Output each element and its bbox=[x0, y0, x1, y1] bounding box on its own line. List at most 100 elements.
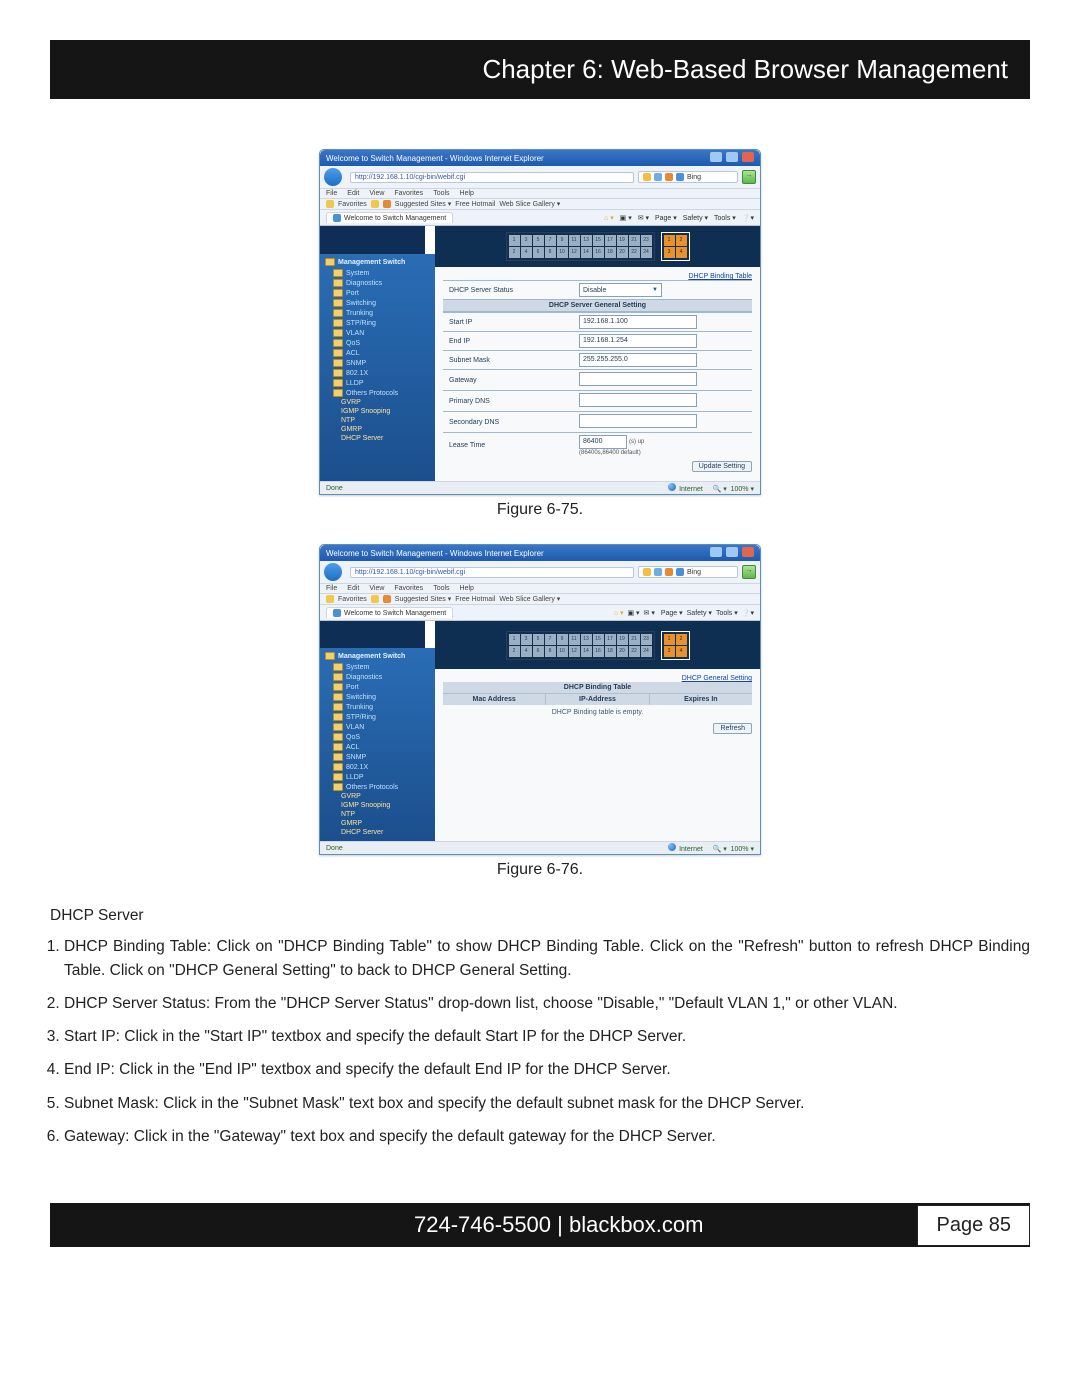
sidebar-subitem[interactable]: GVRP bbox=[325, 398, 430, 407]
update-setting-button[interactable]: Update Setting bbox=[692, 461, 752, 472]
binding-table-header: Mac AddressIP-AddressExpires In bbox=[443, 694, 752, 705]
close-icon[interactable] bbox=[742, 547, 754, 557]
binding-table-title: DHCP Binding Table bbox=[443, 682, 752, 694]
sidebar-item[interactable]: ACL bbox=[325, 348, 430, 358]
sidebar-item[interactable]: LLDP bbox=[325, 772, 430, 782]
address-bar[interactable]: http://192.168.1.10/cgi-bin/webif.cgi bbox=[350, 567, 634, 578]
sidebar-item[interactable]: VLAN bbox=[325, 328, 430, 338]
sidebar-subitem[interactable]: GMRP bbox=[325, 425, 430, 434]
sidebar-item[interactable]: ACL bbox=[325, 742, 430, 752]
sidebar-subitem[interactable]: NTP bbox=[325, 416, 430, 425]
sidebar-item[interactable]: QoS bbox=[325, 732, 430, 742]
sidebar-item[interactable]: 802.1X bbox=[325, 762, 430, 772]
instruction-item: Start IP: Click in the "Start IP" textbo… bbox=[64, 1025, 1030, 1048]
suggested-icon bbox=[383, 200, 391, 208]
sidebar-item[interactable]: 802.1X bbox=[325, 368, 430, 378]
search-box[interactable]: Bing bbox=[638, 566, 738, 578]
section-heading: DHCP Server bbox=[50, 904, 1030, 927]
sidebar-item[interactable]: Others Protocols bbox=[325, 782, 430, 792]
sidebar-item[interactable]: STP/Ring bbox=[325, 712, 430, 722]
sidebar-item[interactable]: Diagnostics bbox=[325, 278, 430, 288]
close-icon[interactable] bbox=[742, 152, 754, 162]
gateway-input[interactable] bbox=[579, 372, 697, 386]
dhcp-general-setting-link[interactable]: DHCP General Setting bbox=[682, 675, 752, 682]
go-button[interactable]: → bbox=[742, 565, 756, 579]
sidebar-item[interactable]: System bbox=[325, 268, 430, 278]
ie-toolbar[interactable]: ⌂ ▾▣ ▾✉ ▾ Page ▾Safety ▾Tools ▾❔▾ bbox=[610, 609, 754, 617]
sidebar-item[interactable]: STP/Ring bbox=[325, 318, 430, 328]
sidebar-item[interactable]: Port bbox=[325, 682, 430, 692]
address-bar[interactable]: http://192.168.1.10/cgi-bin/webif.cgi bbox=[350, 172, 634, 183]
instruction-item: Subnet Mask: Click in the "Subnet Mask" … bbox=[64, 1092, 1030, 1115]
icon-a bbox=[643, 173, 651, 181]
sidebar-item[interactable]: Others Protocols bbox=[325, 388, 430, 398]
sidebar-item[interactable]: Switching bbox=[325, 298, 430, 308]
instruction-item: DHCP Server Status: From the "DHCP Serve… bbox=[64, 992, 1030, 1015]
dhcp-binding-table-link[interactable]: DHCP Binding Table bbox=[688, 273, 752, 280]
sidebar-item[interactable]: System bbox=[325, 662, 430, 672]
ie-toolbar[interactable]: ⌂ ▾ ▣ ▾ ✉ ▾ Page ▾ Safety ▾ Tools ▾ ❔▾ bbox=[600, 214, 754, 222]
sidebar-item[interactable]: Diagnostics bbox=[325, 672, 430, 682]
window-titlebar: Welcome to Switch Management - Windows I… bbox=[320, 150, 760, 166]
figure-caption: Figure 6-75. bbox=[50, 501, 1030, 519]
status-bar: Done Internet 🔍 ▾ 100% ▾ bbox=[320, 481, 760, 494]
icon-c bbox=[665, 173, 673, 181]
instruction-item: Gateway: Click in the "Gateway" text box… bbox=[64, 1125, 1030, 1148]
minimize-icon[interactable] bbox=[710, 547, 722, 557]
sidebar-item[interactable]: Port bbox=[325, 288, 430, 298]
sidebar-header: Management Switch bbox=[325, 258, 430, 266]
sidebar-item[interactable]: VLAN bbox=[325, 722, 430, 732]
status-select[interactable]: Disable▼ bbox=[579, 283, 662, 297]
window-title: Welcome to Switch Management - Windows I… bbox=[326, 154, 544, 163]
mail-icon: ✉ ▾ bbox=[638, 215, 649, 222]
sidebar-item[interactable]: Switching bbox=[325, 692, 430, 702]
favorites-bar[interactable]: Favorites Suggested Sites ▾ Free Hotmail… bbox=[320, 199, 760, 210]
end-ip-input[interactable]: 192.168.1.254 bbox=[579, 334, 697, 348]
search-box[interactable]: Bing bbox=[638, 171, 738, 183]
icon-b bbox=[654, 173, 662, 181]
icon-d bbox=[676, 173, 684, 181]
window-titlebar: Welcome to Switch Management - Windows I… bbox=[320, 545, 760, 561]
nav-back-icon[interactable] bbox=[324, 168, 342, 186]
port-panel: 1357911131517192123 24681012141618202224… bbox=[435, 226, 760, 267]
lease-time-input[interactable]: 86400 bbox=[579, 435, 627, 449]
maximize-icon[interactable] bbox=[726, 547, 738, 557]
start-ip-input[interactable]: 192.168.1.100 bbox=[579, 315, 697, 329]
sidebar-item[interactable]: QoS bbox=[325, 338, 430, 348]
refresh-button[interactable]: Refresh bbox=[713, 723, 752, 734]
minimize-icon[interactable] bbox=[710, 152, 722, 162]
menu-bar[interactable]: FileEditViewFavoritesToolsHelp bbox=[320, 189, 760, 199]
group-title: DHCP Server General Setting bbox=[443, 299, 752, 312]
sidebar-item[interactable]: Trunking bbox=[325, 702, 430, 712]
sidebar-item[interactable]: Trunking bbox=[325, 308, 430, 318]
sidebar-item[interactable]: SNMP bbox=[325, 752, 430, 762]
sidebar-subitem[interactable]: IGMP Snooping bbox=[325, 407, 430, 416]
primary-dns-input[interactable] bbox=[579, 393, 697, 407]
browser-tab[interactable]: Welcome to Switch Management bbox=[326, 212, 453, 223]
menu-bar[interactable]: FileEditViewFavoritesToolsHelp bbox=[320, 584, 760, 594]
figure-6-76: Welcome to Switch Management - Windows I… bbox=[50, 544, 1030, 879]
chevron-down-icon: ▼ bbox=[652, 287, 658, 293]
instruction-item: End IP: Click in the "End IP" textbox an… bbox=[64, 1058, 1030, 1081]
binding-table-empty: DHCP Binding table is empty. bbox=[443, 705, 752, 720]
secondary-dns-input[interactable] bbox=[579, 414, 697, 428]
brand-logo bbox=[320, 226, 425, 254]
chapter-title: Chapter 6: Web-Based Browser Management bbox=[50, 40, 1030, 99]
favorites-bar[interactable]: Favorites Suggested Sites ▾Free HotmailW… bbox=[320, 594, 760, 605]
help-icon: ❔▾ bbox=[742, 215, 754, 222]
subnet-mask-input[interactable]: 255.255.255.0 bbox=[579, 353, 697, 367]
sidebar-item[interactable]: SNMP bbox=[325, 358, 430, 368]
globe-icon bbox=[668, 483, 676, 491]
sidebar-item[interactable]: LLDP bbox=[325, 378, 430, 388]
nav-back-icon[interactable] bbox=[324, 563, 342, 581]
browser-tab[interactable]: Welcome to Switch Management bbox=[326, 607, 453, 618]
page-footer: 724-746-5500 | blackbox.com Page 85 bbox=[50, 1203, 1030, 1247]
nav-sidebar: Management Switch System Diagnostics Por… bbox=[320, 648, 435, 841]
star-icon bbox=[371, 200, 379, 208]
status-bar: Done Internet 🔍 ▾ 100% ▾ bbox=[320, 841, 760, 854]
go-button[interactable]: → bbox=[742, 170, 756, 184]
body-text: DHCP Server DHCP Binding Table: Click on… bbox=[50, 904, 1030, 1148]
port-panel: 1357911131517192123 24681012141618202224… bbox=[435, 621, 760, 669]
maximize-icon[interactable] bbox=[726, 152, 738, 162]
sidebar-subitem[interactable]: DHCP Server bbox=[325, 434, 430, 443]
